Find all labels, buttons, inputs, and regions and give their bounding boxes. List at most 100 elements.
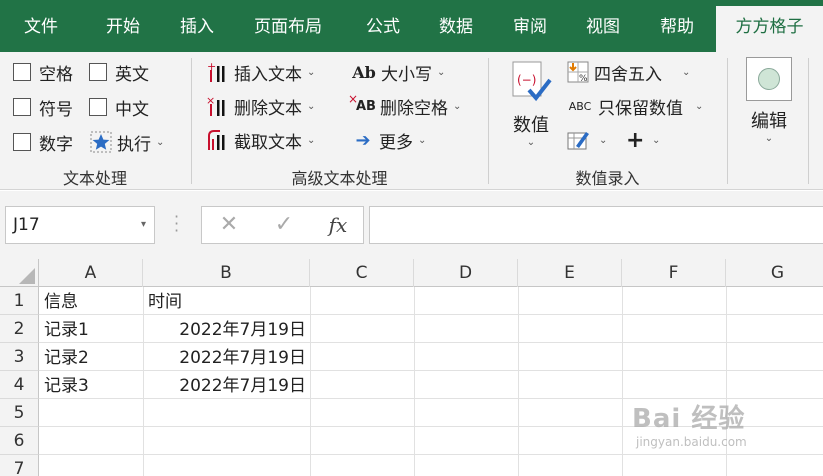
checkbox-label: 符号 (39, 99, 73, 120)
tab-data[interactable]: 数据 (425, 0, 487, 52)
execute-button[interactable]: 执行 ⌄ (89, 128, 164, 156)
column-header-g[interactable]: G (726, 259, 823, 287)
execute-label: 执行 (117, 134, 151, 155)
column-header-a[interactable]: A (39, 259, 143, 287)
more-label: 更多 (379, 132, 413, 153)
cell-b2[interactable]: 2022年7月19日 (146, 315, 306, 343)
column-header-e[interactable]: E (518, 259, 622, 287)
row-header-7[interactable]: 7 (0, 455, 39, 476)
gridline (310, 287, 311, 476)
round-button[interactable]: % 四舍五入 ⌄ (566, 58, 690, 86)
tab-review[interactable]: 审阅 (499, 0, 561, 52)
value-button[interactable]: (−) 数值 ⌄ (505, 60, 557, 148)
row-header-1[interactable]: 1 (0, 287, 39, 315)
chevron-down-icon: ⌄ (437, 66, 446, 78)
edit-button-label: 编辑 (751, 111, 787, 132)
checkbox-chinese[interactable]: 中文 (89, 94, 149, 120)
case-button[interactable]: Ab 大小写 ⌄ (351, 58, 445, 86)
round-icon: % (566, 60, 590, 84)
watermark-sub-text: jingyan.baidu.com (636, 435, 747, 449)
delete-spaces-icon: × AB (348, 92, 376, 114)
tab-insert[interactable]: 插入 (166, 0, 228, 52)
chevron-down-icon[interactable]: ▾ (141, 207, 146, 243)
cancel-icon[interactable]: ✕ (209, 207, 249, 243)
star-icon (89, 130, 113, 154)
chevron-down-icon: ⌄ (418, 134, 427, 146)
row-header-5[interactable]: 5 (0, 399, 39, 427)
cell-b1[interactable]: 时间 (148, 287, 308, 315)
chevron-down-icon: ⌄ (652, 134, 661, 146)
tab-formulas[interactable]: 公式 (352, 0, 414, 52)
chevron-down-icon: ⌄ (764, 133, 774, 144)
ribbon-tab-bar: 文件 开始 插入 页面布局 公式 数据 审阅 视图 帮助 方方格子 (0, 0, 823, 52)
column-header-f[interactable]: F (622, 259, 726, 287)
tab-page-layout[interactable]: 页面布局 (240, 0, 336, 52)
plus-icon: + (626, 127, 645, 153)
chevron-down-icon: ⌄ (156, 136, 165, 148)
checkbox-box[interactable] (13, 98, 31, 116)
edit-button[interactable]: 编辑 ⌄ (743, 57, 795, 144)
tab-view[interactable]: 视图 (572, 0, 634, 52)
plus-button[interactable]: + ⌄ (626, 126, 660, 154)
keep-values-label: 只保留数值 (598, 98, 683, 119)
name-box[interactable]: J17 ▾ (5, 206, 155, 244)
cell-b3[interactable]: 2022年7月19日 (146, 343, 306, 371)
row-header-3[interactable]: 3 (0, 343, 39, 371)
drag-handle-icon[interactable]: · · · (174, 209, 179, 239)
delete-spaces-label: 删除空格 (380, 98, 448, 119)
more-button[interactable]: ➔ 更多 ⌄ (351, 126, 426, 154)
delete-text-label: 删除文本 (234, 98, 302, 119)
insert-text-label: 插入文本 (234, 64, 302, 85)
cell-b4[interactable]: 2022年7月19日 (146, 371, 306, 399)
chevron-down-icon: ⌄ (695, 100, 704, 112)
delete-text-button[interactable]: × 删除文本 ⌄ (206, 92, 315, 120)
cell-a1[interactable]: 信息 (44, 287, 140, 315)
checkbox-label: 空格 (39, 64, 73, 85)
checkbox-label: 数字 (39, 134, 73, 155)
extract-text-button[interactable]: 截取文本 ⌄ (206, 126, 315, 154)
case-icon: Ab (352, 62, 376, 82)
insert-text-button[interactable]: + 插入文本 ⌄ (206, 58, 315, 86)
checkbox-number[interactable]: 数字 (13, 129, 73, 155)
checkbox-box[interactable] (13, 133, 31, 151)
cell-a3[interactable]: 记录2 (44, 343, 140, 371)
row-header-2[interactable]: 2 (0, 315, 39, 343)
table-edit-button[interactable]: ⌄ (566, 126, 607, 154)
group-divider (808, 58, 809, 184)
column-header-d[interactable]: D (414, 259, 518, 287)
cell-a4[interactable]: 记录3 (44, 371, 140, 399)
column-header-b[interactable]: B (143, 259, 310, 287)
insert-text-icon: + (206, 60, 230, 84)
gridline (414, 287, 415, 476)
formula-input[interactable] (369, 206, 823, 244)
group-divider (727, 58, 728, 184)
gridline (39, 454, 823, 455)
tab-file[interactable]: 文件 (10, 0, 72, 52)
checkbox-symbol[interactable]: 符号 (13, 94, 73, 120)
column-header-c[interactable]: C (310, 259, 414, 287)
insert-function-icon[interactable]: fx (318, 207, 358, 243)
value-button-label: 数值 (513, 115, 549, 136)
table-pencil-icon (566, 128, 590, 152)
tab-help[interactable]: 帮助 (646, 0, 708, 52)
name-box-value: J17 (13, 215, 40, 235)
checkbox-box[interactable] (13, 63, 31, 81)
chevron-down-icon: ⌄ (307, 100, 316, 112)
delete-spaces-button[interactable]: × AB 删除空格 ⌄ (348, 92, 461, 120)
checkbox-english[interactable]: 英文 (89, 59, 149, 85)
select-all-corner[interactable] (0, 259, 39, 287)
checkbox-space[interactable]: 空格 (13, 59, 73, 85)
enter-icon[interactable]: ✓ (264, 207, 304, 243)
baidu-watermark: Bai 经验 jingyan.baidu.com (632, 398, 747, 449)
extract-text-icon (206, 128, 230, 152)
checkbox-box[interactable] (89, 63, 107, 81)
checkbox-box[interactable] (89, 98, 107, 116)
tab-home[interactable]: 开始 (92, 0, 154, 52)
keep-values-button[interactable]: ABC 只保留数值 ⌄ (566, 92, 704, 120)
gridline (143, 287, 144, 476)
row-header-4[interactable]: 4 (0, 371, 39, 399)
row-header-6[interactable]: 6 (0, 427, 39, 455)
cell-a2[interactable]: 记录1 (44, 315, 140, 343)
watermark-main-text: Bai 经验 (632, 404, 746, 434)
tab-fangfang-gezi[interactable]: 方方格子 (716, 6, 823, 52)
